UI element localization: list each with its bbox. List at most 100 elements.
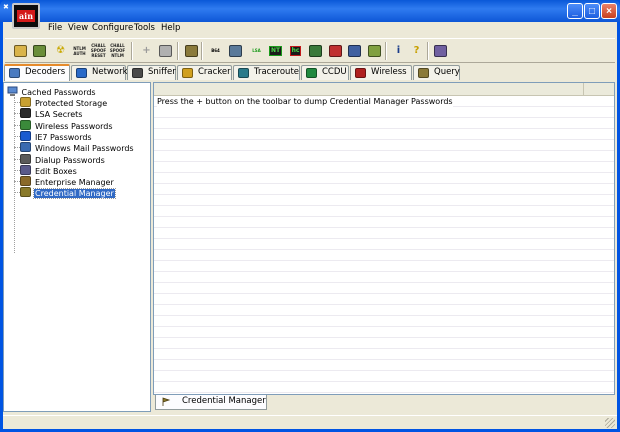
tree-item-label: Enterprise Manager <box>35 178 114 188</box>
list-header <box>154 83 614 96</box>
wand-button[interactable] <box>227 42 244 59</box>
toolbar-separator <box>385 42 387 60</box>
tree-item-lsa-secrets[interactable]: LSA Secrets <box>20 108 83 119</box>
test-password-button[interactable] <box>183 42 200 59</box>
ntlm-auth-button[interactable]: NTLM AUTH <box>71 42 88 59</box>
tab-traceroute[interactable]: Traceroute <box>233 65 300 80</box>
chall-spoof-ntlm-icon: CHALL SPOOF NTLM <box>109 43 126 58</box>
exit-button[interactable] <box>432 42 449 59</box>
toolbar-separator <box>177 42 179 60</box>
system-menu-icon[interactable]: ✖ <box>3 3 11 11</box>
tab-ccdu[interactable]: CCDU <box>301 65 349 80</box>
hash-calc-button[interactable]: hc <box>287 42 304 59</box>
voip-button[interactable] <box>346 42 363 59</box>
cracker-icon <box>182 68 193 78</box>
tab-wireless[interactable]: Wireless <box>350 65 412 80</box>
credential-manager-icon <box>20 187 31 198</box>
lsa-button[interactable]: LSA <box>248 42 265 59</box>
tree-item-dialup-passwords[interactable]: Dialup Passwords <box>20 153 106 165</box>
route-button[interactable] <box>366 42 383 59</box>
menu-view[interactable]: View <box>68 23 88 33</box>
title-bar[interactable]: ✖ _ □ × <box>0 0 620 22</box>
chall-spoof-reset-button[interactable]: CHALL SPOOF RESET <box>90 42 107 59</box>
monitor-icon <box>329 44 342 57</box>
menu-configure[interactable]: Configure <box>92 23 133 33</box>
about-icon: i <box>396 44 401 56</box>
tree-root-label: Cached Passwords <box>21 88 96 97</box>
tab-label: Wireless <box>371 67 407 77</box>
tree-root-cached-passwords[interactable]: Cached Passwords <box>7 86 96 97</box>
help-button[interactable]: ? <box>408 42 425 59</box>
tab-label: Network <box>92 67 128 77</box>
logo-text: ain <box>17 10 35 22</box>
tab-credential-manager[interactable]: Credential Manager <box>155 395 267 410</box>
close-button[interactable]: × <box>601 3 617 19</box>
tree-item-label: Dialup Passwords <box>35 155 105 165</box>
tree-item-label: Credential Manager <box>33 188 116 200</box>
radiation-button[interactable]: ☢ <box>52 42 69 59</box>
add-button[interactable]: + <box>138 42 155 59</box>
edit-boxes-icon <box>20 164 31 175</box>
about-button[interactable]: i <box>390 42 407 59</box>
query-icon <box>418 68 429 78</box>
tab-query[interactable]: Query <box>413 65 460 80</box>
tree-pane[interactable]: Cached Passwords Protected Storage LSA Se… <box>3 82 151 412</box>
help-icon: ? <box>413 44 420 56</box>
tab-network[interactable]: Network <box>71 65 128 80</box>
maximize-button[interactable]: □ <box>584 3 600 19</box>
minimize-button[interactable]: _ <box>567 3 583 19</box>
list-view[interactable]: Press the + button on the toolbar to dum… <box>153 82 615 395</box>
tab-label: Decoders <box>25 67 66 77</box>
list-column-header-2[interactable] <box>584 83 614 96</box>
tab-sniffer[interactable]: Sniffer <box>127 65 176 80</box>
tree-item-protected-storage[interactable]: Protected Storage <box>20 97 108 108</box>
remove-icon <box>159 44 172 57</box>
tree-item-wireless-passwords[interactable]: Wireless Passwords <box>20 119 114 131</box>
status-bar <box>3 415 617 429</box>
network-icon <box>76 68 87 78</box>
tree-item-windows-mail-passwords[interactable]: Windows Mail Passwords <box>20 142 135 153</box>
terminal-button[interactable] <box>307 42 324 59</box>
tree-item-label: Windows Mail Passwords <box>35 144 134 154</box>
voip-icon <box>348 44 361 57</box>
lsa-icon: LSA <box>252 48 261 53</box>
remove-button[interactable] <box>157 42 174 59</box>
sniffer-icon <box>132 68 143 78</box>
tree-item-credential-manager[interactable]: Credential Manager <box>20 187 116 200</box>
start-arp-button[interactable] <box>31 42 48 59</box>
tree-guide-line <box>14 97 15 253</box>
bottom-tabs: Credential Manager <box>153 395 615 411</box>
ntlm-hash-button[interactable]: NT <box>267 42 284 59</box>
start-sniffer-button[interactable] <box>12 42 29 59</box>
menu-help[interactable]: Help <box>161 23 180 33</box>
windows-mail-icon <box>20 142 31 153</box>
menu-tools[interactable]: Tools <box>134 23 155 33</box>
tree-item-label: LSA Secrets <box>35 110 83 120</box>
enterprise-manager-icon <box>20 176 31 187</box>
dialup-icon <box>20 153 31 164</box>
monitor-button[interactable] <box>327 42 344 59</box>
radiation-icon: ☢ <box>56 44 65 56</box>
decoders-icon <box>9 68 20 78</box>
tree-item-enterprise-manager[interactable]: Enterprise Manager <box>20 176 115 187</box>
resize-grip[interactable] <box>605 418 615 428</box>
toolbar-separator <box>131 42 133 60</box>
ntlm-auth-icon: NTLM AUTH <box>73 45 86 56</box>
menu-file[interactable]: File <box>48 23 62 33</box>
traceroute-icon <box>238 68 249 78</box>
tab-cracker[interactable]: Cracker <box>177 65 232 80</box>
chall-spoof-ntlm-button[interactable]: CHALL SPOOF NTLM <box>109 42 126 59</box>
protected-storage-icon <box>20 97 31 107</box>
tree-item-label: Wireless Passwords <box>35 121 113 131</box>
tab-decoders[interactable]: Decoders <box>4 64 70 81</box>
credential-manager-icon <box>162 397 171 406</box>
tab-label: Traceroute <box>254 67 300 77</box>
base64-button[interactable]: B64 <box>207 42 224 59</box>
toolbar: ☢ NTLM AUTH CHALL SPOOF RESET CHALL SPOOF N… <box>5 38 615 63</box>
wireless-passwords-icon <box>20 119 31 130</box>
tree-item-edit-boxes[interactable]: Edit Boxes <box>20 164 78 176</box>
tab-label: CCDU <box>322 67 347 77</box>
app-logo: ain <box>12 3 40 29</box>
tree-item-ie7-passwords[interactable]: IE7 Passwords <box>20 130 93 142</box>
list-column-header[interactable] <box>154 83 584 96</box>
